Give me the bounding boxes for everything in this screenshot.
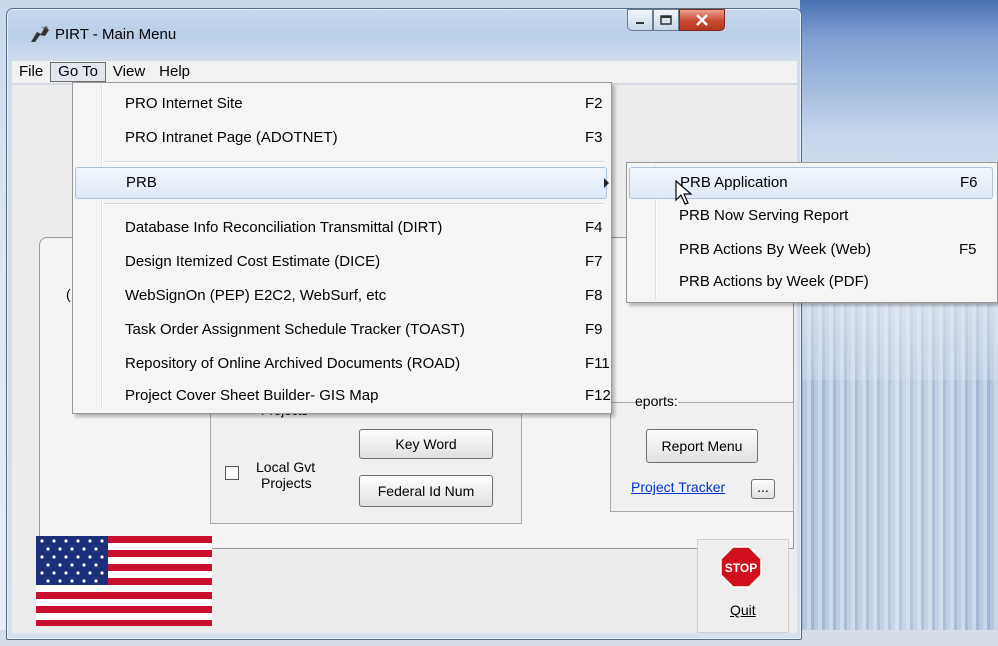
- key-word-label: Key Word: [395, 436, 457, 452]
- local-gvt-label-1: Local Gvt: [256, 459, 316, 475]
- menu-file[interactable]: File: [12, 62, 50, 82]
- mouse-cursor-icon: [675, 180, 693, 205]
- project-tracker-link[interactable]: Project Tracker: [631, 479, 725, 495]
- menu-item-cover-sheet-builder[interactable]: Project Cover Sheet Builder- GIS Map F12: [75, 381, 611, 411]
- shortcut-key: F4: [585, 219, 603, 236]
- report-menu-label: Report Menu: [661, 438, 743, 454]
- menu-bar: File Go To View Help: [12, 61, 797, 84]
- goto-dropdown-menu: PRO Internet Site F2 PRO Intranet Page (…: [72, 82, 612, 414]
- menu-item-label: Database Info Reconciliation Transmittal…: [125, 219, 443, 236]
- us-flag-image: [36, 536, 212, 626]
- close-button[interactable]: [679, 9, 725, 31]
- ellipsis-label: ...: [757, 479, 769, 495]
- menu-goto[interactable]: Go To: [50, 62, 106, 82]
- menu-view[interactable]: View: [106, 62, 152, 82]
- stop-sign-icon: STOP: [720, 546, 762, 588]
- menu-item-toast[interactable]: Task Order Assignment Schedule Tracker (…: [75, 315, 607, 345]
- menu-item-label: Project Cover Sheet Builder- GIS Map: [125, 387, 379, 404]
- projects-groupbox: Projects Local Gvt Projects Key Word Fed…: [210, 403, 522, 524]
- menu-item-prb[interactable]: PRB: [75, 167, 607, 199]
- reports-label: eports:: [635, 393, 678, 409]
- pirt-app-icon: [31, 26, 49, 42]
- menu-item-road[interactable]: Repository of Online Archived Documents …: [75, 349, 610, 379]
- menu-item-label: PRB Application: [680, 174, 788, 191]
- reports-groupbox: eports: Report Menu Project Tracker ...: [610, 393, 794, 512]
- menu-item-label: Repository of Online Archived Documents …: [125, 355, 461, 372]
- menu-item-label: PRB Now Serving Report: [679, 207, 849, 224]
- menu-item-label: PRO Internet Site: [125, 95, 243, 112]
- quit-button[interactable]: STOP Quit: [697, 539, 789, 633]
- quit-label: Quit: [730, 602, 756, 618]
- menu-item-label: PRB Actions By Week (Web): [679, 241, 872, 258]
- submenu-arrow-icon: [604, 178, 609, 188]
- key-word-button[interactable]: Key Word: [359, 429, 493, 459]
- menu-help[interactable]: Help: [152, 62, 197, 82]
- report-menu-button[interactable]: Report Menu: [646, 429, 758, 463]
- shortcut-key: F9: [585, 321, 603, 338]
- menu-item-websignon[interactable]: WebSignOn (PEP) E2C2, WebSurf, etc F8: [75, 281, 607, 311]
- stop-sign-text: STOP: [725, 561, 757, 575]
- shortcut-key: F7: [585, 253, 603, 270]
- close-icon: [696, 14, 708, 26]
- shortcut-key: F8: [585, 287, 603, 304]
- federal-id-label: Federal Id Num: [377, 483, 475, 499]
- menu-item-pro-internet-site[interactable]: PRO Internet Site F2: [75, 89, 607, 119]
- shortcut-key: F11: [585, 355, 610, 372]
- menu-item-dirt[interactable]: Database Info Reconciliation Transmittal…: [75, 213, 607, 243]
- menu-item-pro-intranet-page[interactable]: PRO Intranet Page (ADOTNET) F3: [75, 123, 607, 153]
- ellipsis-button[interactable]: ...: [751, 479, 775, 499]
- submenu-item-prb-actions-web[interactable]: PRB Actions By Week (Web) F5: [629, 235, 993, 265]
- title-bar[interactable]: PIRT - Main Menu: [7, 9, 801, 59]
- menu-item-label: PRO Intranet Page (ADOTNET): [125, 129, 338, 146]
- menu-separator: [105, 161, 605, 163]
- federal-id-button[interactable]: Federal Id Num: [359, 475, 493, 507]
- shortcut-key: F6: [960, 174, 978, 191]
- minimize-icon: [636, 22, 644, 24]
- maximize-button[interactable]: [653, 9, 679, 31]
- shortcut-key: F12: [585, 387, 611, 404]
- menu-item-label: WebSignOn (PEP) E2C2, WebSurf, etc: [125, 287, 387, 304]
- partial-label: (: [66, 286, 71, 302]
- window-title: PIRT - Main Menu: [55, 26, 177, 43]
- menu-item-label: PRB: [126, 174, 157, 191]
- maximize-icon: [660, 15, 672, 25]
- local-gvt-checkbox[interactable]: [225, 466, 239, 480]
- submenu-item-prb-actions-pdf[interactable]: PRB Actions by Week (PDF): [629, 267, 993, 297]
- minimize-button[interactable]: [627, 9, 653, 31]
- local-gvt-label-2: Projects: [261, 475, 312, 491]
- menu-item-label: Task Order Assignment Schedule Tracker (…: [125, 321, 465, 338]
- menu-item-label: Design Itemized Cost Estimate (DICE): [125, 253, 381, 270]
- menu-separator: [105, 203, 605, 205]
- shortcut-key: F5: [959, 241, 977, 258]
- menu-item-dice[interactable]: Design Itemized Cost Estimate (DICE) F7: [75, 247, 607, 277]
- shortcut-key: F3: [585, 129, 603, 146]
- menu-item-label: PRB Actions by Week (PDF): [679, 273, 869, 290]
- shortcut-key: F2: [585, 95, 603, 112]
- desktop-background: [800, 0, 998, 646]
